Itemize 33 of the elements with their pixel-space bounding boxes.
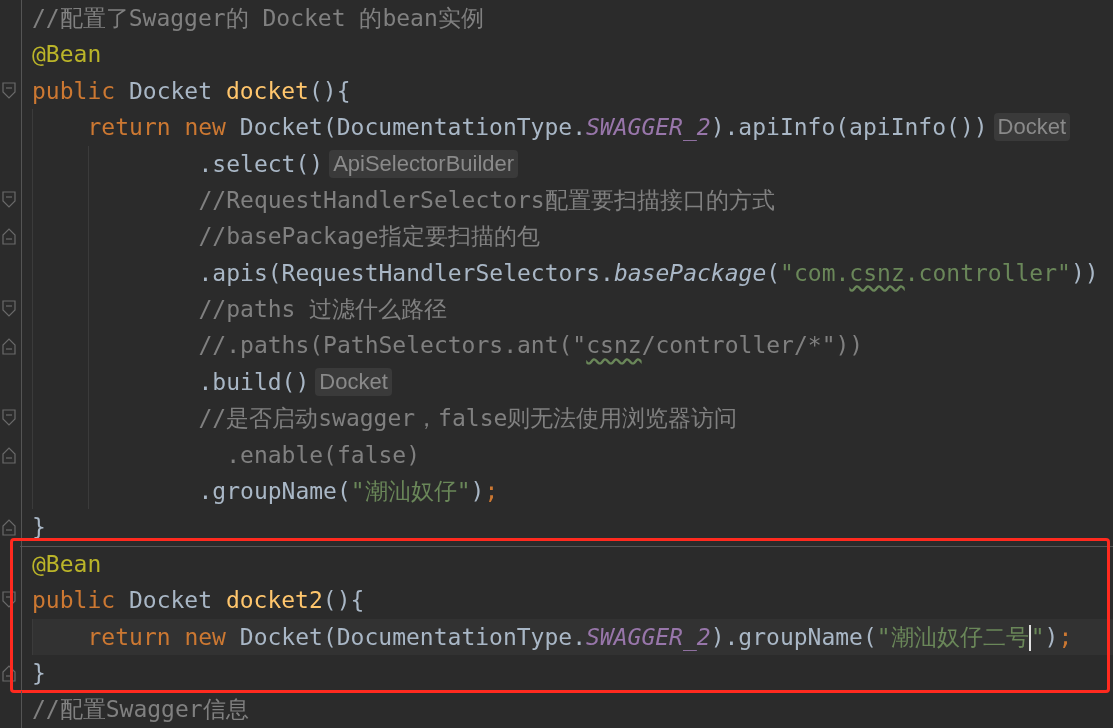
inlay-hint: Docket <box>993 113 1071 142</box>
code-line: return new Docket(DocumentationType.SWAGGER_2).apiInfo(apiInfo()) <box>87 113 988 143</box>
inlay-hint: Docket <box>315 368 392 397</box>
fold-icon[interactable] <box>2 664 16 683</box>
code-line: } <box>32 513 46 543</box>
inlay-hint: ApiSelectorBuilder <box>329 149 519 178</box>
code-line: .enable(false) <box>225 440 421 470</box>
code-line: .build() <box>198 367 310 397</box>
code-line: //是否启动swagger，false则无法使用浏览器访问 <box>198 404 738 434</box>
code-line: .apis(RequestHandlerSelectors.basePackage("com.csnz.controller")) <box>198 258 1099 288</box>
fold-icon[interactable] <box>2 300 16 319</box>
code-line: //basePackage指定要扫描的包 <box>198 222 540 252</box>
code-line: @Bean <box>32 40 102 70</box>
code-line: return new Docket(DocumentationType.SWAGGER_2).groupName("潮汕奴仔二号"); <box>87 622 1073 654</box>
code-line: public Docket docket(){ <box>32 76 351 106</box>
code-line: //RequestHandlerSelectors配置要扫描接口的方式 <box>198 185 775 215</box>
fold-icon[interactable] <box>2 445 16 464</box>
fold-icon[interactable] <box>2 591 16 610</box>
fold-icon[interactable] <box>2 81 16 100</box>
fold-icon[interactable] <box>2 409 16 428</box>
code-line: //paths 过滤什么路径 <box>198 295 448 325</box>
code-line: public Docket docket2(){ <box>32 586 365 616</box>
code-line: //.paths(PathSelectors.ant("csnz/controller/*")) <box>198 331 864 361</box>
code-line: .select() <box>198 149 324 179</box>
fold-icon[interactable] <box>2 518 16 537</box>
code-line: //配置Swagger信息 <box>32 695 249 725</box>
fold-icon[interactable] <box>2 336 16 355</box>
code-line: } <box>32 658 46 688</box>
code-line: //配置了Swagger的 Docket 的bean实例 <box>32 3 484 33</box>
code-line: @Bean <box>32 549 102 579</box>
code-line: .groupName("潮汕奴仔"); <box>198 477 499 506</box>
fold-icon[interactable] <box>2 190 16 209</box>
fold-icon[interactable] <box>2 227 16 246</box>
